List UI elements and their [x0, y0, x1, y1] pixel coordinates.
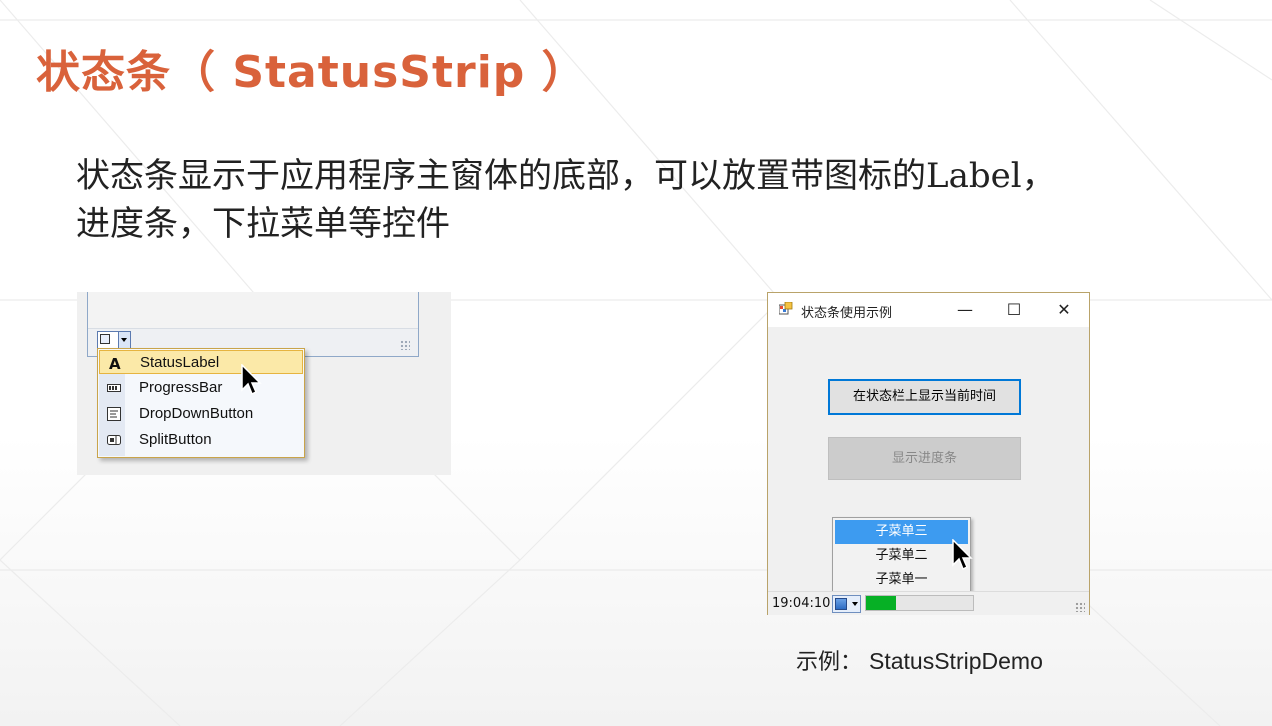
menu-item-progressbar[interactable]: ProgressBar — [99, 376, 303, 400]
status-item-icon — [100, 334, 110, 344]
show-time-button[interactable]: 在状态栏上显示当前时间 — [828, 379, 1021, 415]
menu-item-label: DropDownButton — [139, 405, 254, 422]
progress-bar-icon — [107, 384, 121, 392]
split-button-submenu: 子菜单三 子菜单二 子菜单一 — [832, 517, 971, 596]
app-icon — [779, 302, 793, 315]
svg-text:A: A — [109, 356, 121, 370]
status-progress-bar — [865, 595, 974, 611]
maximize-button[interactable]: ☐ — [999, 297, 1029, 323]
add-item-dropdown: A StatusLabel ProgressBar DropDownButton… — [97, 348, 305, 458]
menu-item-statuslabel[interactable]: A StatusLabel — [99, 350, 303, 374]
submenu-item-1[interactable]: 子菜单一 — [835, 568, 968, 592]
chevron-down-icon[interactable] — [852, 602, 858, 609]
chevron-down-icon[interactable] — [118, 332, 130, 348]
resize-grip-icon[interactable] — [1075, 602, 1085, 612]
caption-label: 示例： — [796, 650, 863, 675]
show-progress-button[interactable]: 显示进度条 — [828, 437, 1021, 480]
resize-grip-icon[interactable] — [400, 340, 410, 350]
menu-item-label: ProgressBar — [139, 379, 223, 396]
menu-item-splitbutton[interactable]: SplitButton — [99, 428, 303, 452]
dropdown-button-icon — [107, 407, 121, 421]
menu-item-label: StatusLabel — [140, 354, 220, 371]
minimize-button[interactable]: — — [950, 297, 980, 323]
add-status-item-button[interactable] — [97, 331, 131, 349]
menu-item-label: SplitButton — [139, 431, 212, 448]
demo-window: 状态条使用示例 — ☐ ✕ 在状态栏上显示当前时间 显示进度条 子菜单三 子菜单… — [767, 292, 1090, 615]
mouse-cursor-icon — [952, 539, 973, 571]
window-title: 状态条使用示例 — [801, 306, 893, 321]
submenu-item-2[interactable]: 子菜单二 — [835, 544, 968, 568]
submenu-item-3[interactable]: 子菜单三 — [835, 520, 968, 544]
caption-name: StatusStripDemo — [869, 648, 1043, 674]
window-titlebar[interactable]: 状态条使用示例 — ☐ ✕ — [768, 293, 1089, 327]
body-line: 状态条显示于应用程序主窗体的底部，可以放置带图标的Label， — [76, 156, 1056, 196]
slide-title: 状态条（ StatusStrip ） — [36, 47, 587, 98]
designer-screenshot: A StatusLabel ProgressBar DropDownButton… — [77, 292, 451, 475]
letter-a-icon: A — [109, 356, 121, 370]
example-caption: 示例： StatusStripDemo — [796, 644, 1043, 676]
progress-fill — [866, 596, 896, 610]
status-strip: 19:04:10 — [768, 591, 1089, 615]
close-button[interactable]: ✕ — [1049, 297, 1079, 323]
split-button-icon — [107, 435, 121, 445]
picture-icon — [835, 598, 847, 610]
status-split-button[interactable] — [832, 595, 861, 613]
mouse-cursor-icon — [241, 364, 262, 396]
body-line: 进度条，下拉菜单等控件 — [76, 204, 450, 244]
status-time-label: 19:04:10 — [772, 596, 831, 611]
menu-item-dropdownbutton[interactable]: DropDownButton — [99, 402, 303, 426]
slide-body: 状态条显示于应用程序主窗体的底部，可以放置带图标的Label， 进度条，下拉菜单… — [76, 152, 1236, 248]
